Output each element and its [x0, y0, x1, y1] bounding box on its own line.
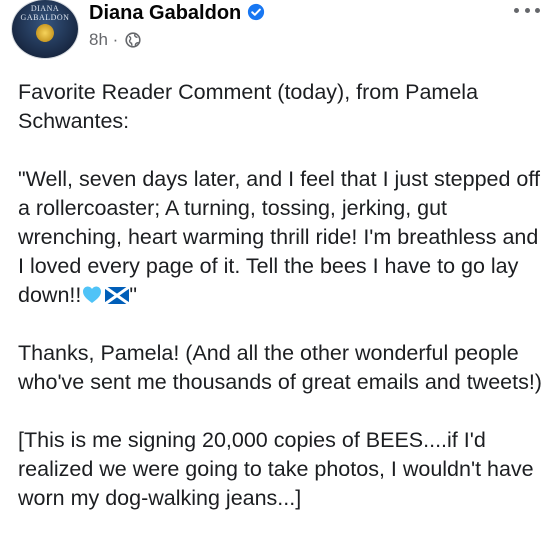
post-paragraph-thanks: Thanks, Pamela! (And all the other wonde… [18, 341, 542, 394]
post-paragraph-caption: [This is me signing 20,000 copies of BEE… [18, 428, 534, 510]
more-dot-icon [524, 7, 530, 13]
meta-separator: · [112, 30, 119, 49]
more-dot-icon [514, 7, 519, 13]
bee-icon [36, 24, 54, 42]
scotland-flag-icon [105, 287, 130, 304]
post-meta: 8h · [89, 30, 141, 50]
author-name[interactable]: Diana Gabaldon [89, 2, 241, 24]
more-options-button[interactable] [514, 2, 540, 18]
globe-icon [125, 32, 141, 48]
post-header: DIANA GABALDON Diana Gabaldon 8h · [0, 0, 560, 64]
blue-heart-icon [83, 286, 102, 303]
quote-close: " [129, 283, 137, 307]
more-dot-icon [535, 7, 540, 13]
author-name-row: Diana Gabaldon [89, 1, 265, 25]
post-body: Favorite Reader Comment (today), from Pa… [18, 78, 550, 542]
post-paragraph-intro: Favorite Reader Comment (today), from Pa… [18, 80, 479, 133]
post-timestamp[interactable]: 8h [89, 30, 108, 49]
verified-badge-icon [248, 3, 265, 21]
avatar[interactable]: DIANA GABALDON [12, 0, 78, 58]
post-paragraph-quote: "Well, seven days later, and I feel that… [18, 165, 550, 310]
facebook-post: DIANA GABALDON Diana Gabaldon 8h · Favor… [0, 0, 560, 560]
avatar-book-cover-text: DIANA GABALDON [20, 4, 70, 22]
